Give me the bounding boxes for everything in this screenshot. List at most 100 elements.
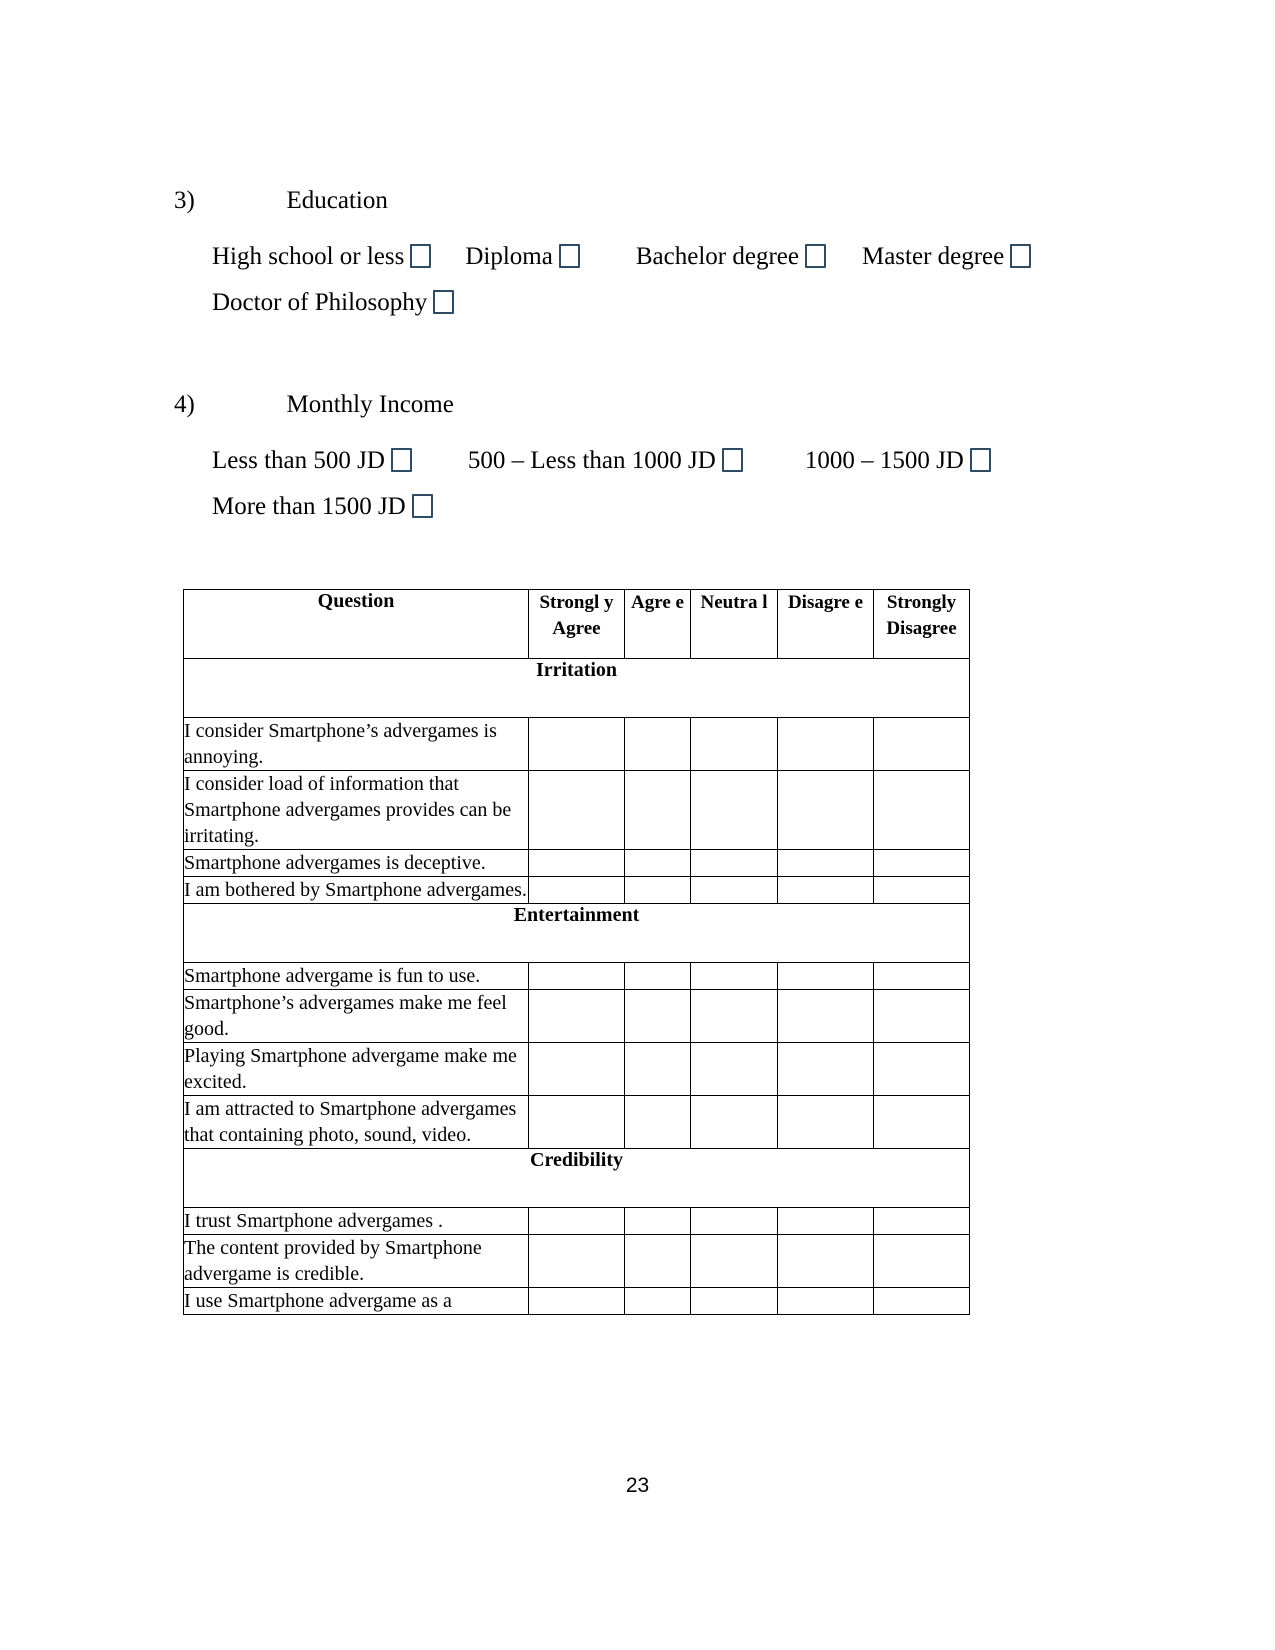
- answer-cell-strongly-disagree[interactable]: [873, 1287, 970, 1315]
- answer-cell-agree[interactable]: [624, 876, 691, 904]
- answer-cell-neutral[interactable]: [690, 1287, 778, 1315]
- answer-cell-strongly-disagree[interactable]: [873, 1234, 970, 1288]
- answer-cell-disagree[interactable]: [777, 962, 874, 990]
- option-high-school-or-less[interactable]: High school or less: [212, 234, 432, 280]
- answer-cell-strongly-agree[interactable]: [528, 770, 625, 850]
- answer-cell-disagree[interactable]: [777, 876, 874, 904]
- checkbox-doctor-of-philosophy[interactable]: [433, 290, 455, 314]
- section-title-irritation: Irritation: [183, 658, 970, 718]
- education-options-row-1: High school or less Diploma Bachelor degre…: [0, 234, 1275, 280]
- answer-cell-disagree[interactable]: [777, 1234, 874, 1288]
- section-title-credibility: Credibility: [183, 1148, 970, 1208]
- option-500-less-than-1000-jd[interactable]: 500 – Less than 1000 JD: [468, 438, 743, 484]
- answer-cell-agree[interactable]: [624, 989, 691, 1043]
- answer-cell-neutral[interactable]: [690, 849, 778, 877]
- option-bachelor-degree[interactable]: Bachelor degree: [636, 234, 826, 280]
- answer-cell-strongly-disagree[interactable]: [873, 1095, 970, 1149]
- question-text: Smartphone advergame is fun to use.: [183, 962, 529, 990]
- answer-cell-strongly-disagree[interactable]: [873, 876, 970, 904]
- document-page: 3) Education High school or less Diploma B…: [0, 0, 1275, 1650]
- option-label: Less than 500 JD: [212, 447, 385, 474]
- checkbox-500-less-than-1000-jd[interactable]: [721, 448, 743, 472]
- answer-cell-agree[interactable]: [624, 717, 691, 771]
- answer-cell-strongly-agree[interactable]: [528, 962, 625, 990]
- answer-cell-agree[interactable]: [624, 1207, 691, 1235]
- section-title-entertainment: Entertainment: [183, 903, 970, 963]
- option-diploma[interactable]: Diploma: [465, 234, 580, 280]
- answer-cell-strongly-agree[interactable]: [528, 876, 625, 904]
- column-header-strongly-agree: Strongl y Agree: [528, 589, 625, 659]
- answer-cell-strongly-disagree[interactable]: [873, 770, 970, 850]
- option-more-than-1500-jd[interactable]: More than 1500 JD: [212, 484, 433, 530]
- answer-cell-neutral[interactable]: [690, 962, 778, 990]
- option-less-than-500-jd[interactable]: Less than 500 JD: [212, 438, 412, 484]
- answer-cell-disagree[interactable]: [777, 770, 874, 850]
- answer-cell-neutral[interactable]: [690, 717, 778, 771]
- question-text: I use Smartphone advergame as a: [183, 1287, 529, 1315]
- answer-cell-agree[interactable]: [624, 1287, 691, 1315]
- answer-cell-strongly-agree[interactable]: [528, 1287, 625, 1315]
- answer-cell-disagree[interactable]: [777, 1287, 874, 1315]
- answer-cell-strongly-agree[interactable]: [528, 1207, 625, 1235]
- answer-cell-neutral[interactable]: [690, 1234, 778, 1288]
- answer-cell-disagree[interactable]: [777, 1095, 874, 1149]
- option-doctor-of-philosophy[interactable]: Doctor of Philosophy: [212, 280, 455, 326]
- answer-cell-agree[interactable]: [624, 849, 691, 877]
- answer-cell-strongly-disagree[interactable]: [873, 1207, 970, 1235]
- answer-cell-agree[interactable]: [624, 1095, 691, 1149]
- checkbox-1000-1500-jd[interactable]: [969, 448, 991, 472]
- checkbox-more-than-1500-jd[interactable]: [411, 494, 433, 518]
- question-text: Smartphone advergames is deceptive.: [183, 849, 529, 877]
- table-row: I consider load of information that Smar…: [183, 770, 970, 850]
- survey-table-wrapper: Question Strongl y Agree Agre e Neutra l…: [183, 589, 970, 1315]
- question-text: The content provided by Smartphone adver…: [183, 1234, 529, 1288]
- option-master-degree[interactable]: Master degree: [862, 234, 1032, 280]
- answer-cell-disagree[interactable]: [777, 849, 874, 877]
- answer-cell-strongly-agree[interactable]: [528, 989, 625, 1043]
- option-label: 500 – Less than 1000 JD: [467, 447, 716, 474]
- answer-cell-disagree[interactable]: [777, 989, 874, 1043]
- column-header-disagree: Disagre e: [777, 589, 874, 659]
- answer-cell-neutral[interactable]: [690, 1207, 778, 1235]
- checkbox-high-school-or-less[interactable]: [410, 244, 432, 268]
- answer-cell-strongly-agree[interactable]: [528, 1234, 625, 1288]
- checkbox-bachelor-degree[interactable]: [804, 244, 826, 268]
- answer-cell-strongly-disagree[interactable]: [873, 962, 970, 990]
- option-1000-1500-jd[interactable]: 1000 – 1500 JD: [805, 438, 991, 484]
- checkbox-less-than-500-jd[interactable]: [390, 448, 412, 472]
- question-block-education: 3) Education High school or less Diploma B…: [0, 186, 1275, 326]
- answer-cell-neutral[interactable]: [690, 1042, 778, 1096]
- option-label: High school or less: [212, 243, 405, 270]
- answer-cell-strongly-agree[interactable]: [528, 849, 625, 877]
- answer-cell-neutral[interactable]: [690, 876, 778, 904]
- checkbox-master-degree[interactable]: [1010, 244, 1032, 268]
- answer-cell-strongly-disagree[interactable]: [873, 989, 970, 1043]
- table-row: Smartphone’s advergames make me feel goo…: [183, 989, 970, 1043]
- answer-cell-agree[interactable]: [624, 1042, 691, 1096]
- survey-table-body: Irritation I consider Smartphone’s adver…: [183, 658, 970, 1315]
- answer-cell-disagree[interactable]: [777, 1207, 874, 1235]
- answer-cell-agree[interactable]: [624, 962, 691, 990]
- question-text: I consider load of information that Smar…: [183, 770, 529, 850]
- table-row: Playing Smartphone advergame make me exc…: [183, 1042, 970, 1096]
- answer-cell-strongly-disagree[interactable]: [873, 849, 970, 877]
- answer-cell-agree[interactable]: [624, 770, 691, 850]
- answer-cell-strongly-disagree[interactable]: [873, 1042, 970, 1096]
- column-header-agree: Agre e: [624, 589, 691, 659]
- survey-likert-table: Question Strongl y Agree Agre e Neutra l…: [183, 589, 970, 1315]
- answer-cell-neutral[interactable]: [690, 989, 778, 1043]
- answer-cell-strongly-agree[interactable]: [528, 717, 625, 771]
- question-text: I am attracted to Smartphone advergames …: [183, 1095, 529, 1149]
- answer-cell-disagree[interactable]: [777, 717, 874, 771]
- answer-cell-neutral[interactable]: [690, 1095, 778, 1149]
- answer-cell-neutral[interactable]: [690, 770, 778, 850]
- answer-cell-agree[interactable]: [624, 1234, 691, 1288]
- answer-cell-disagree[interactable]: [777, 1042, 874, 1096]
- answer-cell-strongly-disagree[interactable]: [873, 717, 970, 771]
- page-number: 23: [625, 1474, 650, 1497]
- answer-cell-strongly-agree[interactable]: [528, 1095, 625, 1149]
- question-text: Smartphone’s advergames make me feel goo…: [183, 989, 529, 1043]
- answer-cell-strongly-agree[interactable]: [528, 1042, 625, 1096]
- option-label: Bachelor degree: [635, 243, 799, 270]
- checkbox-diploma[interactable]: [558, 244, 580, 268]
